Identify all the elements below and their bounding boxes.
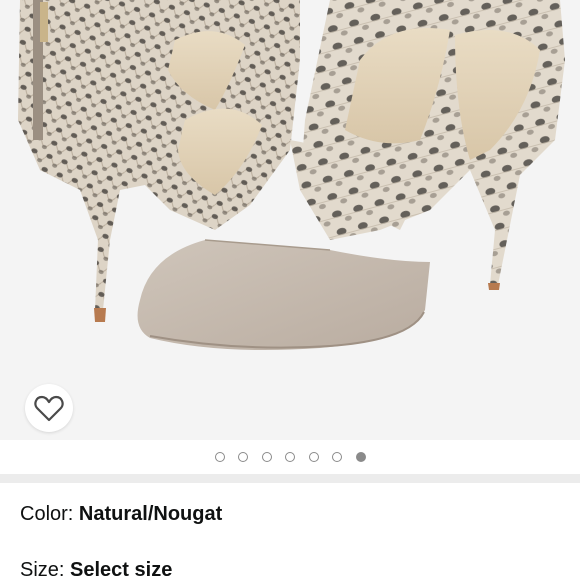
color-value: Natural/Nougat	[78, 503, 223, 525]
pager-dot[interactable]	[308, 452, 319, 462]
heart-outline-icon	[34, 395, 64, 422]
pager-dot[interactable]	[332, 452, 342, 462]
pager-dot[interactable]	[355, 452, 366, 462]
size-select[interactable]: Select size	[70, 559, 172, 581]
pager-dot[interactable]	[261, 452, 272, 462]
shoe-photo	[18, 0, 565, 351]
color-label: Color:	[20, 503, 79, 525]
image-pager	[0, 440, 580, 474]
size-attribute[interactable]: Size: Select size	[20, 558, 172, 582]
color-attribute: Color: Natural/Nougat	[20, 502, 222, 526]
pager-dot[interactable]	[238, 452, 248, 462]
section-divider	[0, 474, 580, 483]
pager-dot[interactable]	[285, 452, 295, 462]
pager-dot[interactable]	[214, 452, 225, 462]
size-label: Size:	[20, 559, 71, 581]
wishlist-button[interactable]	[25, 384, 73, 432]
product-image[interactable]	[0, 0, 580, 440]
